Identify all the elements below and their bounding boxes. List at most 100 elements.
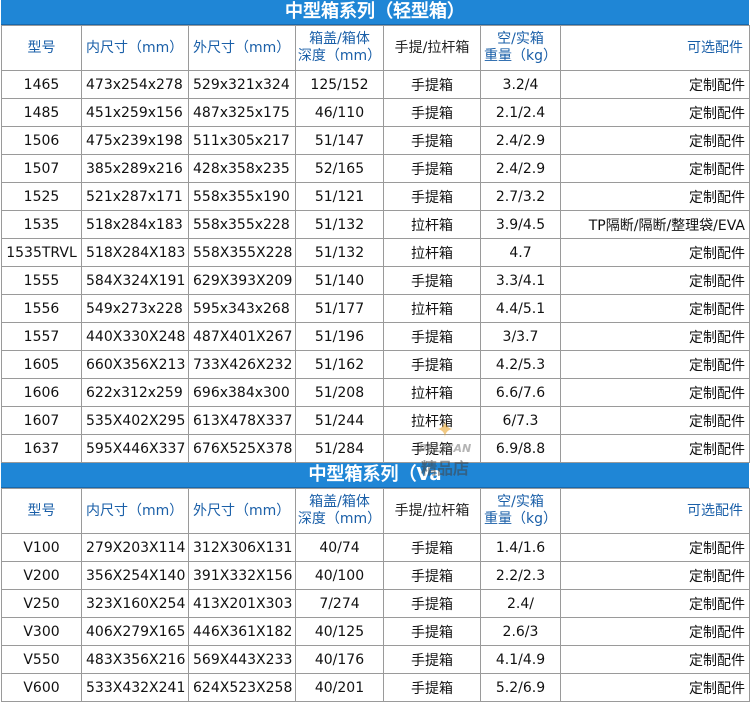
cell-weight: 5.2/6.9 <box>480 673 561 702</box>
header-weight: 空/实箱 重量（kg） <box>480 25 561 71</box>
table-row: 1485 451x259x156 487x325x175 46/110 手提箱 2.1/2… <box>1 98 750 127</box>
cell-weight: 3/3.7 <box>480 322 561 351</box>
table-row: V300 406X279X165 446X361X182 40/125 手提箱 2.6/3… <box>1 617 750 646</box>
header-outer-size: 外尺寸（mm） <box>188 488 296 534</box>
cell-inner-size: 533X432X241 <box>81 673 189 702</box>
cell-type: 手提箱 <box>383 182 481 211</box>
cell-options: 定制配件 <box>560 406 750 435</box>
cell-depth: 51/177 <box>295 294 384 323</box>
cell-outer-size: 629X393X209 <box>188 266 296 295</box>
cell-weight: 1.4/1.6 <box>480 533 561 562</box>
cell-outer-size: 624X523X258 <box>188 673 296 702</box>
cell-inner-size: 451x259x156 <box>81 98 189 127</box>
cell-model: 1637 <box>1 434 82 463</box>
cell-weight: 3.2/4 <box>480 70 561 99</box>
table-row: V100 279X203X114 312X306X131 40/74 手提箱 1.4/1.… <box>1 533 750 562</box>
cell-weight: 2.2/2.3 <box>480 561 561 590</box>
cell-inner-size: 385x289x216 <box>81 154 189 183</box>
table-row: 1606 622x312x259 696x384x300 51/208 拉杆箱 6.6/7… <box>1 378 750 407</box>
cell-weight: 3.9/4.5 <box>480 210 561 239</box>
cell-depth: 40/125 <box>295 617 384 646</box>
cell-outer-size: 391X332X156 <box>188 561 296 590</box>
cell-outer-size: 595x343x268 <box>188 294 296 323</box>
cell-model: 1606 <box>1 378 82 407</box>
cell-type: 拉杆箱 <box>383 238 481 267</box>
cell-model: V250 <box>1 589 82 618</box>
table-row: 1506 475x239x198 511x305x217 51/147 手提箱 2.4/2… <box>1 126 750 155</box>
cell-type: 手提箱 <box>383 98 481 127</box>
cell-options: 定制配件 <box>560 434 750 463</box>
cell-inner-size: 483X356X216 <box>81 645 189 674</box>
header-inner-size: 内尺寸（mm） <box>81 25 189 71</box>
cell-options: 定制配件 <box>560 126 750 155</box>
cell-options: 定制配件 <box>560 70 750 99</box>
header-depth: 箱盖/箱体 深度（mm） <box>295 25 384 71</box>
table-row: V200 356X254X140 391X332X156 40/100 手提箱 2.2/2… <box>1 561 750 590</box>
cell-weight: 2.4/2.9 <box>480 126 561 155</box>
cell-weight: 2.6/3 <box>480 617 561 646</box>
cell-options: 定制配件 <box>560 673 750 702</box>
cell-inner-size: 521x287x171 <box>81 182 189 211</box>
cell-type: 手提箱 <box>383 645 481 674</box>
header-inner-size: 内尺寸（mm） <box>81 488 189 534</box>
cell-depth: 51/121 <box>295 182 384 211</box>
cell-outer-size: 558x355x228 <box>188 210 296 239</box>
table-row: 1535 518x284x183 558x355x228 51/132 拉杆箱 3.9/4… <box>1 210 750 239</box>
cell-outer-size: 446X361X182 <box>188 617 296 646</box>
cell-depth: 52/165 <box>295 154 384 183</box>
cell-outer-size: 558X355X228 <box>188 238 296 267</box>
cell-model: 1506 <box>1 126 82 155</box>
cell-model: V200 <box>1 561 82 590</box>
table-header-row: 型号 内尺寸（mm） 外尺寸（mm） 箱盖/箱体 深度（mm） 手提/拉杆箱 空/实箱 重… <box>1 488 750 534</box>
cell-options: 定制配件 <box>560 589 750 618</box>
light-case-table-body: 型号 内尺寸（mm） 外尺寸（mm） 箱盖/箱体 深度（mm） 手提/拉杆箱 空/实箱 重… <box>1 25 750 463</box>
spec-sheet: 中型箱系列（轻型箱） 型号 内尺寸（mm） 外尺寸（mm） 箱盖/箱体 深度（mm）手… <box>1 0 750 702</box>
cell-outer-size: 511x305x217 <box>188 126 296 155</box>
cell-type: 手提箱 <box>383 617 481 646</box>
table-row: 1507 385x289x216 428x358x235 52/165 手提箱 2.4/2… <box>1 154 750 183</box>
cell-depth: 51/162 <box>295 350 384 379</box>
cell-weight: 4.4/5.1 <box>480 294 561 323</box>
cell-type: 手提箱 <box>383 322 481 351</box>
table-header-row: 型号 内尺寸（mm） 外尺寸（mm） 箱盖/箱体 深度（mm） 手提/拉杆箱 空/实箱 重… <box>1 25 750 71</box>
cell-options: 定制配件 <box>560 154 750 183</box>
cell-type: 手提箱 <box>383 154 481 183</box>
cell-options: 定制配件 <box>560 645 750 674</box>
light-case-table: 型号 内尺寸（mm） 外尺寸（mm） 箱盖/箱体 深度（mm） 手提/拉杆箱 空/实箱 重… <box>1 25 750 463</box>
cell-type: 拉杆箱 <box>383 378 481 407</box>
cell-outer-size: 428x358x235 <box>188 154 296 183</box>
cell-options: 定制配件 <box>560 322 750 351</box>
table-row: 1525 521x287x171 558x355x190 51/121 手提箱 2.7/3… <box>1 182 750 211</box>
cell-options: 定制配件 <box>560 238 750 267</box>
cell-type: 手提箱 <box>383 434 481 463</box>
cell-weight: 4.2/5.3 <box>480 350 561 379</box>
cell-type: 手提箱 <box>383 126 481 155</box>
cell-outer-size: 558x355x190 <box>188 182 296 211</box>
cell-depth: 51/147 <box>295 126 384 155</box>
cell-inner-size: 518x284x183 <box>81 210 189 239</box>
cell-inner-size: 595X446X337 <box>81 434 189 463</box>
cell-depth: 46/110 <box>295 98 384 127</box>
cell-type: 手提箱 <box>383 673 481 702</box>
cell-type: 拉杆箱 <box>383 406 481 435</box>
cell-type: 手提箱 <box>383 350 481 379</box>
cell-inner-size: 535X402X295 <box>81 406 189 435</box>
cell-type: 拉杆箱 <box>383 294 481 323</box>
table-row: V600 533X432X241 624X523X258 40/201 手提箱 5.2/6… <box>1 673 750 702</box>
cell-weight: 2.4/2.9 <box>480 154 561 183</box>
cell-inner-size: 356X254X140 <box>81 561 189 590</box>
table-row: 1607 535X402X295 613X478X337 51/244 拉杆箱 6/7.3… <box>1 406 750 435</box>
cell-weight: 2.4/ <box>480 589 561 618</box>
cell-model: 1607 <box>1 406 82 435</box>
cell-model: 1555 <box>1 266 82 295</box>
cell-inner-size: 473x254x278 <box>81 70 189 99</box>
cell-type: 手提箱 <box>383 266 481 295</box>
cell-outer-size: 529x321x324 <box>188 70 296 99</box>
cell-options: 定制配件 <box>560 617 750 646</box>
cell-model: 1485 <box>1 98 82 127</box>
cell-inner-size: 660X356X213 <box>81 350 189 379</box>
cell-outer-size: 676X525X378 <box>188 434 296 463</box>
cell-depth: 125/152 <box>295 70 384 99</box>
cell-inner-size: 584X324X191 <box>81 266 189 295</box>
cell-options: 定制配件 <box>560 533 750 562</box>
